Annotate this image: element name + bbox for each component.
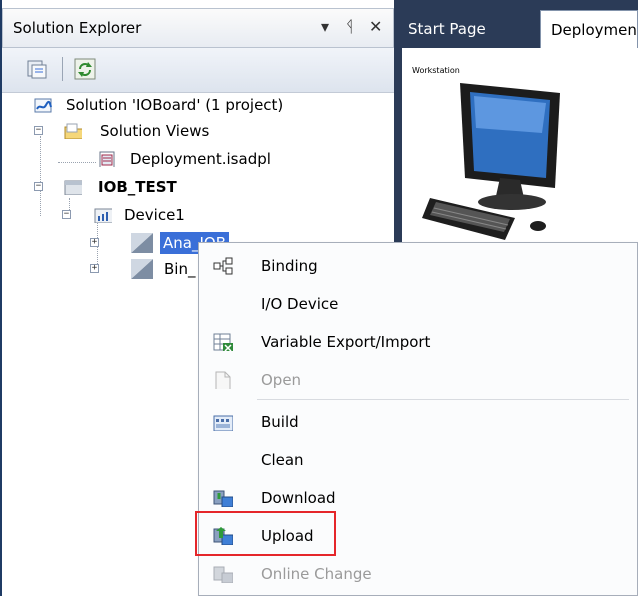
solution-views-label: Solution Views	[100, 122, 210, 140]
properties-icon	[27, 60, 47, 79]
collapse-icon[interactable]: −	[62, 210, 71, 219]
refresh-icon	[74, 58, 96, 80]
menu-item-download[interactable]: Download	[199, 481, 635, 515]
deployment-label: Deployment.isadpl	[130, 150, 271, 168]
deployment-file-icon	[99, 151, 115, 167]
tree-node-device[interactable]: − Device1	[62, 204, 282, 226]
tab-deployment[interactable]: Deploymen	[540, 10, 638, 48]
menu-item-io-device[interactable]: I/O Device	[199, 287, 635, 321]
collapse-icon[interactable]: −	[34, 126, 43, 135]
properties-button[interactable]	[26, 58, 48, 80]
refresh-button[interactable]	[74, 58, 96, 80]
menu-item-open[interactable]: Open	[199, 363, 635, 397]
workstation-label: Workstation	[412, 66, 460, 75]
tab-label: Start Page	[408, 20, 486, 38]
menu-item-label: Online Change	[261, 565, 372, 583]
menu-item-label: Open	[261, 371, 302, 389]
tab-start-page[interactable]: Start Page	[398, 10, 540, 48]
io-board-icon	[131, 233, 153, 253]
menu-item-label: Download	[261, 489, 336, 507]
download-icon	[213, 490, 233, 507]
expand-icon[interactable]: +	[90, 264, 99, 273]
menu-item-clean[interactable]: Clean	[199, 443, 635, 477]
tree-node-deployment[interactable]: Deployment.isadpl	[98, 148, 358, 170]
tree-node-solution[interactable]: Solution 'IOBoard' (1 project)	[32, 94, 392, 116]
tab-label: Deploymen	[551, 21, 637, 39]
online-change-icon	[213, 566, 233, 583]
io-board-icon	[131, 259, 153, 279]
menu-item-label: I/O Device	[261, 295, 339, 313]
collapse-icon[interactable]: −	[34, 182, 43, 191]
solution-label: Solution 'IOBoard' (1 project)	[66, 96, 284, 114]
project-label: IOB_TEST	[98, 178, 177, 196]
pin-icon[interactable]: ᛩ	[345, 17, 355, 36]
expand-icon[interactable]: +	[90, 238, 99, 247]
binding-icon	[213, 257, 233, 275]
folder-icon	[64, 123, 82, 139]
menu-item-binding[interactable]: Binding	[199, 249, 635, 283]
menu-item-label: Variable Export/Import	[261, 333, 431, 351]
tree-connector	[58, 162, 96, 163]
bin-iob-label: Bin_	[164, 260, 196, 278]
variable-export-icon	[213, 333, 233, 351]
menu-separator	[257, 399, 629, 400]
tree-node-solution-views[interactable]: − Solution Views	[34, 120, 374, 142]
menu-item-label: Clean	[261, 451, 304, 469]
menu-item-label: Build	[261, 413, 299, 431]
upload-highlight-box	[195, 511, 336, 556]
open-document-icon	[215, 371, 231, 389]
dropdown-icon[interactable]: ▾	[321, 17, 329, 36]
menu-item-online-change[interactable]: Online Change	[199, 557, 635, 591]
build-icon	[213, 415, 233, 431]
menu-item-build[interactable]: Build	[199, 405, 635, 439]
menu-item-variable-export-import[interactable]: Variable Export/Import	[199, 325, 635, 359]
solution-explorer-titlebar: Solution Explorer ▾ ᛩ ✕	[2, 8, 394, 48]
solution-explorer-toolbar	[2, 48, 394, 93]
panel-title: Solution Explorer	[13, 19, 142, 37]
close-icon[interactable]: ✕	[369, 17, 382, 36]
project-folder-icon	[64, 180, 82, 195]
menu-item-label: Binding	[261, 257, 318, 275]
toolbar-separator	[62, 57, 63, 81]
device-icon	[94, 208, 112, 223]
device-label: Device1	[124, 206, 185, 224]
solution-icon	[34, 98, 52, 113]
tree-node-project[interactable]: − IOB_TEST	[34, 176, 274, 198]
workstation-icon[interactable]	[420, 78, 570, 248]
